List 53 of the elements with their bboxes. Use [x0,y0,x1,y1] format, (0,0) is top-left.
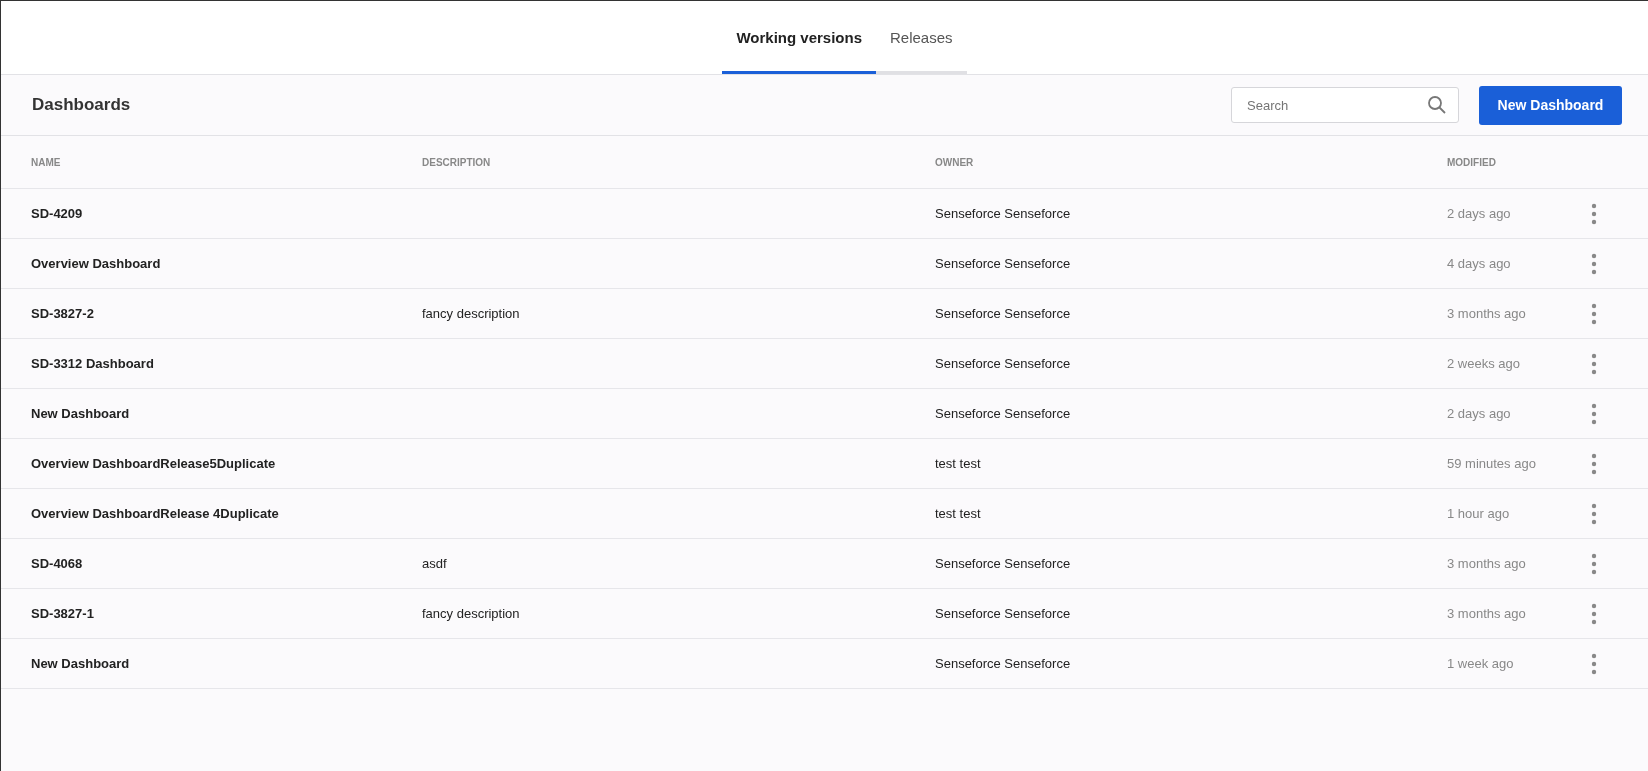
table-cell: SD-4209 [31,206,83,221]
more-options-icon[interactable] [1591,502,1597,525]
table-cell: 3 months ago [1447,606,1526,621]
table-cell: Senseforce Senseforce [935,606,1071,621]
table-cell: 2 days ago [1447,206,1511,221]
table-cell: 4 days ago [1447,256,1511,271]
table-cell: Senseforce Senseforce [935,306,1071,321]
page-title: Dashboards [32,95,132,115]
more-options-icon[interactable] [1591,202,1597,225]
table-cell: test test [935,456,981,471]
column-header: NAME [31,156,61,168]
table-cell: 2 weeks ago [1447,356,1520,371]
table-cell: Overview Dashboard [31,256,161,271]
table-cell: Overview DashboardRelease 4Duplicate [31,506,279,521]
table-cell: fancy description [422,606,520,621]
table-cell: SD-4068 [31,556,83,571]
table-cell: Senseforce Senseforce [935,356,1071,371]
more-options-icon[interactable] [1591,652,1597,675]
more-options-icon[interactable] [1591,302,1597,325]
table-cell: 1 hour ago [1447,506,1510,521]
new-dashboard-button[interactable]: New Dashboard [1479,85,1622,125]
table-cell: test test [935,506,981,521]
table-cell: SD-3312 Dashboard [31,356,154,371]
table-cell: Senseforce Senseforce [935,656,1071,671]
more-options-icon[interactable] [1591,252,1597,275]
more-options-icon[interactable] [1591,402,1597,425]
search-field[interactable]: Search [1231,87,1459,123]
table-cell: Senseforce Senseforce [935,206,1071,221]
more-options-icon[interactable] [1591,352,1597,375]
more-options-icon[interactable] [1591,602,1597,625]
table-cell: Senseforce Senseforce [935,256,1071,271]
table-cell: New Dashboard [31,406,130,421]
table-cell: asdf [422,556,447,571]
table-cell: SD-3827-2 [31,306,94,321]
table-cell: Overview DashboardRelease5Duplicate [31,456,276,471]
column-header: OWNER [935,156,974,168]
table-cell: 3 months ago [1447,306,1526,321]
table-cell: New Dashboard [31,656,130,671]
table-cell: 59 minutes ago [1447,456,1536,471]
more-options-icon[interactable] [1591,452,1597,475]
column-header: DESCRIPTION [422,156,491,168]
table-cell: SD-3827-1 [31,606,94,621]
table-cell: 2 days ago [1447,406,1511,421]
table-cell: Senseforce Senseforce [935,556,1071,571]
table-cell: 1 week ago [1447,656,1514,671]
table-cell: fancy description [422,306,520,321]
table-cell: 3 months ago [1447,556,1526,571]
more-options-icon[interactable] [1591,552,1597,575]
column-header: MODIFIED [1447,156,1496,168]
search-icon [1427,95,1447,115]
table-cell: Senseforce Senseforce [935,406,1071,421]
tab[interactable]: Releases [876,1,967,74]
tab[interactable]: Working versions [722,1,876,74]
